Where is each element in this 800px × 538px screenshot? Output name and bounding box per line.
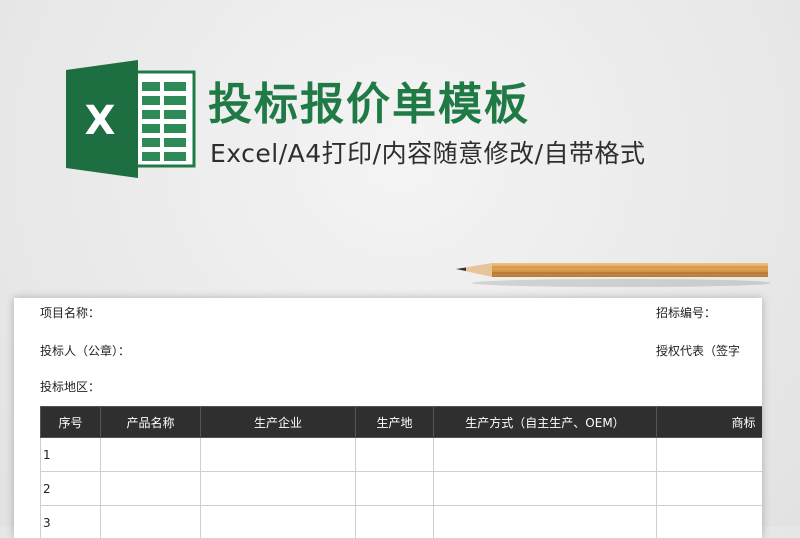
table-cell [657, 472, 763, 506]
bidder-label: 投标人（公章）： [40, 342, 130, 359]
table-cell [101, 472, 201, 506]
table-cell [356, 506, 434, 538]
table-cell [356, 472, 434, 506]
table-cell [657, 506, 763, 538]
table-cell [201, 506, 356, 538]
table-cell [101, 438, 201, 472]
page-title: 投标报价单模板 [208, 68, 530, 132]
pencil-icon [452, 255, 770, 291]
column-header-index: 序号 [41, 407, 101, 438]
bid-table: 序号 产品名称 生产企业 生产地 生产方式（自主生产、OEM） 商标 1 2 [40, 406, 762, 538]
table-cell [201, 438, 356, 472]
tender-number-label: 招标编号： [656, 304, 716, 321]
authorized-representative-label: 授权代表（签字 [656, 342, 740, 359]
table-row: 1 [41, 438, 763, 472]
bid-region-label: 投标地区： [40, 378, 100, 395]
table-cell-index: 3 [41, 506, 101, 538]
table-cell [201, 472, 356, 506]
spreadsheet-preview: 项目名称： 招标编号： 投标人（公章）： 授权代表（签字 投标地区： 序号 产品… [14, 298, 762, 538]
table-header-row: 序号 产品名称 生产企业 生产地 生产方式（自主生产、OEM） 商标 [41, 407, 763, 438]
column-header-trademark: 商标 [657, 407, 763, 438]
table-cell [434, 438, 657, 472]
table-cell [657, 438, 763, 472]
table-cell [356, 438, 434, 472]
table-cell [101, 506, 201, 538]
table-cell [434, 472, 657, 506]
table-row: 3 [41, 506, 763, 538]
table-row: 2 [41, 472, 763, 506]
column-header-origin: 生产地 [356, 407, 434, 438]
column-header-production-mode: 生产方式（自主生产、OEM） [434, 407, 657, 438]
logo-letter: X [85, 98, 116, 144]
excel-logo-icon: X [66, 60, 196, 178]
table-cell-index: 1 [41, 438, 101, 472]
column-header-manufacturer: 生产企业 [201, 407, 356, 438]
header: X 投标报价单模板 Excel/A4打印/内容随意修改/自带格式 [0, 0, 800, 200]
table-cell-index: 2 [41, 472, 101, 506]
page-subtitle: Excel/A4打印/内容随意修改/自带格式 [210, 134, 646, 170]
table-cell [434, 506, 657, 538]
project-name-label: 项目名称： [40, 304, 100, 321]
column-header-product-name: 产品名称 [101, 407, 201, 438]
